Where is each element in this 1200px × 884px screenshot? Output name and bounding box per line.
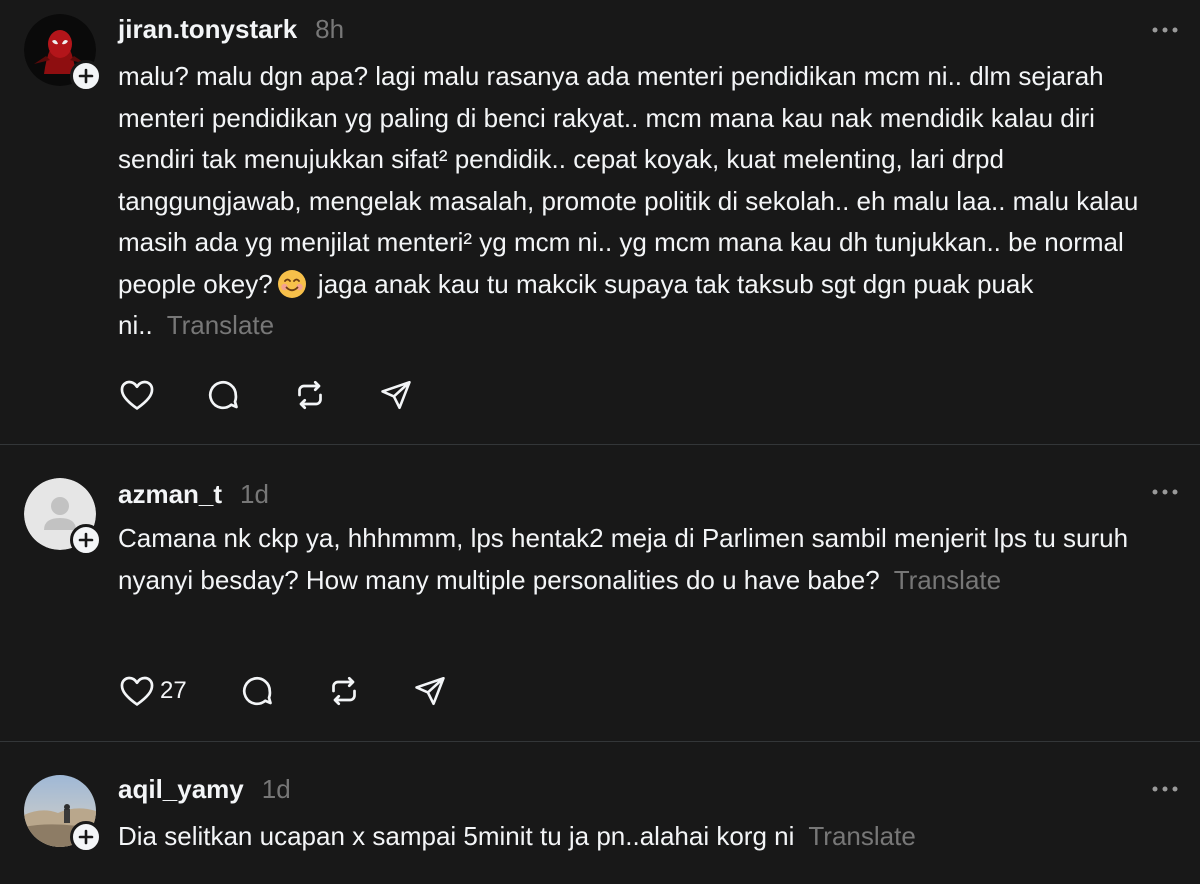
- repost-button[interactable]: [326, 673, 413, 709]
- username[interactable]: jiran.tonystark: [118, 14, 297, 45]
- comment-button[interactable]: [239, 673, 326, 709]
- follow-plus-icon[interactable]: [70, 60, 102, 92]
- share-icon: [381, 380, 411, 410]
- more-icon[interactable]: [1150, 779, 1180, 799]
- smiling-face-emoji: [277, 269, 306, 298]
- timestamp[interactable]: 1d: [240, 479, 269, 510]
- timestamp[interactable]: 1d: [262, 774, 291, 805]
- like-count: 27: [160, 677, 187, 704]
- heart-icon: [120, 380, 154, 410]
- post-text: Dia selitkan ucapan x sampai 5minit tu j…: [118, 816, 1178, 858]
- avatar-wrap: [24, 14, 102, 92]
- follow-plus-icon[interactable]: [70, 821, 102, 853]
- translate-link[interactable]: Translate: [894, 565, 1001, 595]
- post-text: malu? malu dgn apa? lagi malu rasanya ad…: [118, 56, 1178, 347]
- post-text-main: malu? malu dgn apa? lagi malu rasanya ad…: [118, 61, 1139, 299]
- repost-icon: [332, 676, 356, 706]
- thread-reply: azman_t 1d Camana nk ckp ya, hhhmmm, lps…: [0, 445, 1200, 742]
- translate-link[interactable]: Translate: [808, 821, 915, 851]
- avatar-wrap: [24, 775, 102, 853]
- avatar-wrap: [24, 478, 102, 556]
- heart-icon: [120, 676, 154, 706]
- more-icon[interactable]: [1150, 482, 1180, 502]
- repost-icon: [298, 380, 322, 410]
- like-button[interactable]: [118, 376, 205, 414]
- translate-link[interactable]: Translate: [167, 310, 274, 340]
- thread-reply: jiran.tonystark 8h malu? malu dgn apa? l…: [0, 0, 1200, 445]
- post-text-main: Dia selitkan ucapan x sampai 5minit tu j…: [118, 821, 795, 851]
- post-header: azman_t 1d: [118, 479, 269, 510]
- username[interactable]: aqil_yamy: [118, 774, 244, 805]
- repost-button[interactable]: [292, 377, 379, 413]
- username[interactable]: azman_t: [118, 479, 222, 510]
- like-button[interactable]: 27: [118, 672, 239, 710]
- post-header: aqil_yamy 1d: [118, 774, 291, 805]
- comment-icon: [242, 676, 272, 706]
- share-button[interactable]: [379, 378, 413, 412]
- share-icon: [415, 676, 445, 706]
- timestamp[interactable]: 8h: [315, 14, 344, 45]
- comment-icon: [208, 380, 238, 410]
- comment-button[interactable]: [205, 377, 292, 413]
- share-button[interactable]: [413, 674, 447, 708]
- action-bar: 27: [118, 672, 447, 710]
- follow-plus-icon[interactable]: [70, 524, 102, 556]
- more-icon[interactable]: [1150, 20, 1180, 40]
- action-bar: [118, 376, 413, 414]
- post-header: jiran.tonystark 8h: [118, 14, 344, 45]
- post-text: Camana nk ckp ya, hhhmmm, lps hentak2 me…: [118, 518, 1178, 601]
- thread-reply: aqil_yamy 1d Dia selitkan ucapan x sampa…: [0, 742, 1200, 882]
